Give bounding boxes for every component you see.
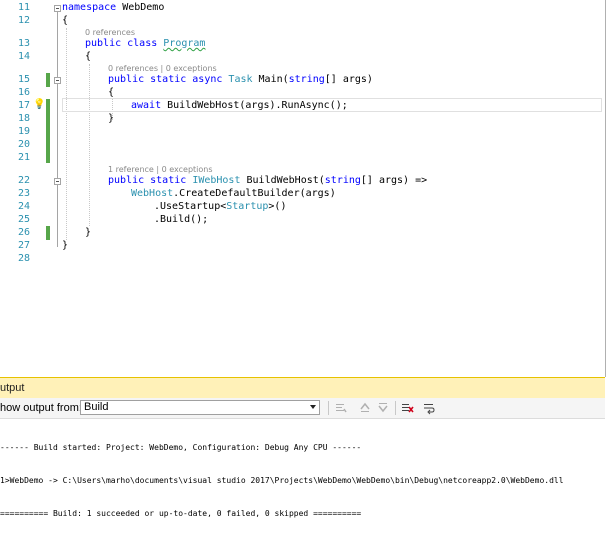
- output-line: 1>WebDemo -> C:\Users\marho\documents\vi…: [0, 476, 564, 485]
- show-output-from-label: how output from:: [0, 402, 82, 414]
- code-line[interactable]: {: [108, 86, 114, 99]
- type-name: WebHost: [131, 188, 174, 199]
- code-editor[interactable]: 11 12 13 14 15 16 17 18 19 20 21 22 23 2…: [0, 0, 606, 377]
- codelens-references[interactable]: 0 references: [85, 28, 135, 37]
- code-line[interactable]: {: [85, 50, 91, 63]
- line-number: 17: [17, 100, 30, 111]
- collapse-icon[interactable]: [54, 77, 61, 84]
- output-panel: utput how output from: Build ------ Buil…: [0, 377, 605, 518]
- line-number: 28: [17, 253, 30, 264]
- code-line[interactable]: .UseStartup<Startup>(): [154, 200, 286, 213]
- toolbar-separator: [328, 401, 329, 415]
- collapse-icon[interactable]: [54, 5, 61, 12]
- keyword: string: [288, 74, 325, 85]
- code-line[interactable]: }: [108, 112, 114, 125]
- codelens-references[interactable]: 1 reference | 0 exceptions: [108, 165, 213, 174]
- identifier: BuildWebHost(: [240, 175, 325, 186]
- identifier: Main(: [252, 74, 289, 85]
- keyword: public class: [85, 38, 158, 49]
- indent-guide: [66, 28, 67, 240]
- line-number: 21: [17, 152, 30, 163]
- toolbar-separator: [395, 401, 396, 415]
- find-message-icon[interactable]: [334, 401, 348, 415]
- output-line: ------ Build started: Project: WebDemo, …: [0, 443, 362, 452]
- code-line[interactable]: WebHost.CreateDefaultBuilder(args): [131, 187, 336, 200]
- code-line[interactable]: public static async Task Main(string[] a…: [108, 73, 373, 86]
- type-name: Task: [228, 74, 253, 85]
- change-marker: [46, 73, 50, 87]
- line-number: 20: [17, 139, 30, 150]
- clear-all-icon[interactable]: [400, 401, 414, 415]
- change-marker: [46, 226, 50, 240]
- next-message-icon[interactable]: [376, 401, 390, 415]
- code-line[interactable]: public class Program: [85, 37, 205, 50]
- code-line[interactable]: {: [62, 14, 68, 27]
- line-number: 22: [17, 175, 30, 186]
- identifier: [] args) =>: [360, 175, 428, 186]
- keyword: public static: [108, 175, 187, 186]
- identifier: BuildWebHost(args).RunAsync();: [161, 100, 348, 111]
- line-number: 18: [17, 113, 30, 124]
- code-line[interactable]: }: [85, 226, 91, 239]
- chevron-down-icon: [310, 405, 316, 409]
- output-source-select[interactable]: Build: [80, 400, 320, 415]
- change-marker: [46, 99, 50, 163]
- class-name: Program: [163, 38, 206, 49]
- output-toolbar: how output from: Build: [0, 398, 605, 419]
- indent-guide: [89, 64, 90, 226]
- line-number: 12: [17, 15, 30, 26]
- line-number: 13: [17, 38, 30, 49]
- output-panel-title: utput: [0, 382, 25, 394]
- outline-line: [57, 12, 58, 247]
- output-line: ========== Build: 1 succeeded or up-to-d…: [0, 509, 362, 518]
- keyword: string: [324, 175, 361, 186]
- line-number: 19: [17, 126, 30, 137]
- output-source-value: Build: [84, 401, 109, 413]
- identifier: >(): [268, 201, 287, 212]
- type-name: Startup: [226, 201, 269, 212]
- prev-message-icon[interactable]: [358, 401, 372, 415]
- line-number: 15: [17, 74, 30, 85]
- line-number: 23: [17, 188, 30, 199]
- output-panel-header[interactable]: utput: [0, 377, 605, 398]
- code-line[interactable]: namespace WebDemo: [62, 1, 164, 14]
- code-line[interactable]: public static IWebHost BuildWebHost(stri…: [108, 174, 427, 187]
- line-number: 14: [17, 51, 30, 62]
- identifier: .CreateDefaultBuilder(args): [173, 188, 336, 199]
- keyword: public static async: [108, 74, 223, 85]
- line-number: 25: [17, 214, 30, 225]
- identifier: WebDemo: [116, 2, 165, 13]
- identifier: .UseStartup<: [154, 201, 227, 212]
- type-name: IWebHost: [192, 175, 241, 186]
- collapse-icon[interactable]: [54, 178, 61, 185]
- code-line[interactable]: }: [62, 239, 68, 252]
- line-number: 11: [17, 2, 30, 13]
- identifier: [] args): [324, 74, 373, 85]
- keyword: await: [131, 100, 162, 111]
- line-number: 27: [17, 240, 30, 251]
- line-number: 26: [17, 227, 30, 238]
- codelens-references[interactable]: 0 references | 0 exceptions: [108, 64, 217, 73]
- word-wrap-icon[interactable]: [422, 401, 436, 415]
- lightbulb-icon[interactable]: 💡: [33, 99, 45, 110]
- code-line[interactable]: await BuildWebHost(args).RunAsync();: [131, 99, 348, 112]
- code-line[interactable]: .Build();: [154, 213, 208, 226]
- keyword: namespace: [62, 2, 117, 13]
- output-text-area[interactable]: ------ Build started: Project: WebDemo, …: [0, 420, 605, 541]
- line-number: 24: [17, 201, 30, 212]
- line-number: 16: [17, 87, 30, 98]
